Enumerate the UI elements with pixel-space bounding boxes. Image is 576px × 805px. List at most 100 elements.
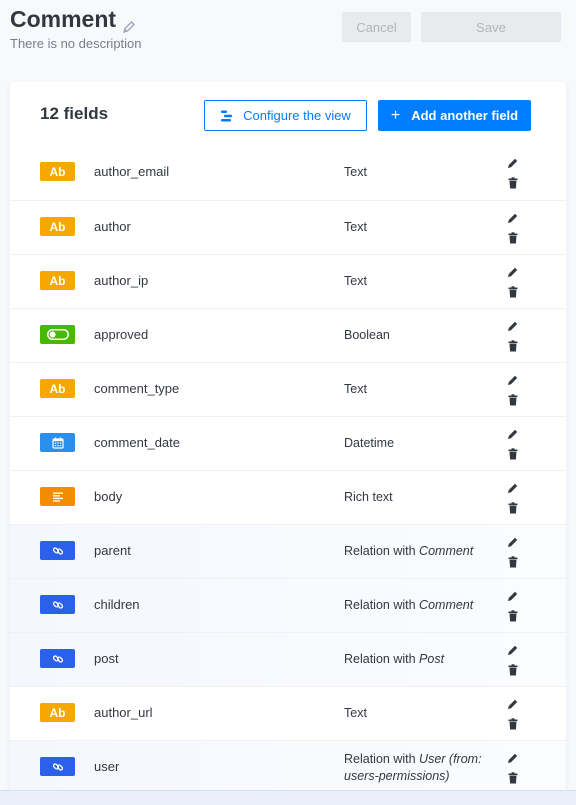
field-type: Text <box>344 165 367 179</box>
page-title: Comment <box>10 6 117 32</box>
trash-icon[interactable] <box>507 501 519 514</box>
field-type: Relation with User (from: users-permissi… <box>344 751 494 785</box>
field-actions <box>507 427 521 467</box>
calendar-icon <box>40 433 75 452</box>
edit-title-icon[interactable] <box>122 13 136 33</box>
field-type: Text <box>344 382 367 396</box>
field-row[interactable]: Ab comment_type Text <box>10 362 566 416</box>
configure-view-label: Configure the view <box>243 108 351 123</box>
edit-icon[interactable] <box>507 535 519 547</box>
link-icon <box>40 541 75 560</box>
edit-icon[interactable] <box>507 751 519 763</box>
field-row[interactable]: Ab author_url Text <box>10 686 566 740</box>
field-type: Rich text <box>344 490 393 504</box>
text-icon: Ab <box>40 379 75 398</box>
edit-icon[interactable] <box>507 481 519 493</box>
field-actions <box>507 751 521 791</box>
link-icon <box>40 757 75 776</box>
trash-icon[interactable] <box>507 393 519 406</box>
header: Comment There is no description Cancel S… <box>0 0 576 80</box>
plus-icon: + <box>390 106 401 124</box>
field-name: approved <box>94 327 149 342</box>
fields-list: Ab author_email Text Ab author Text Ab a… <box>10 146 566 794</box>
field-name: children <box>94 597 140 612</box>
fields-count: 12 fields <box>40 104 109 123</box>
trash-icon[interactable] <box>507 339 519 352</box>
field-row[interactable]: post Relation with Post <box>10 632 566 686</box>
trash-icon[interactable] <box>507 771 519 784</box>
text-icon: Ab <box>40 703 75 722</box>
field-type: Relation with Comment <box>344 543 494 560</box>
trash-icon[interactable] <box>507 717 519 730</box>
relation-prefix: Relation with <box>344 544 420 558</box>
edit-icon[interactable] <box>507 373 519 385</box>
text-icon: Ab <box>40 271 75 290</box>
trash-icon[interactable] <box>507 663 519 676</box>
link-icon <box>40 595 75 614</box>
field-actions <box>507 211 521 251</box>
edit-icon[interactable] <box>507 319 519 331</box>
configure-view-button[interactable]: Configure the view <box>204 100 367 131</box>
fields-card: 12 fields Configure the view + Add anoth… <box>10 82 566 805</box>
edit-icon[interactable] <box>507 697 519 709</box>
field-actions <box>507 589 521 629</box>
field-type: Text <box>344 274 367 288</box>
field-row[interactable]: children Relation with Comment <box>10 578 566 632</box>
relation-prefix: Relation with <box>344 598 420 612</box>
field-type: Boolean <box>344 328 390 342</box>
trash-icon[interactable] <box>507 609 519 622</box>
field-type: Relation with Post <box>344 651 494 668</box>
save-button[interactable]: Save <box>421 12 561 42</box>
text-icon: Ab <box>40 162 75 181</box>
cancel-button[interactable]: Cancel <box>342 12 411 42</box>
field-row[interactable]: Ab author_email Text <box>10 146 566 200</box>
field-name: comment_date <box>94 435 180 450</box>
edit-icon[interactable] <box>507 589 519 601</box>
layout-icon <box>220 110 233 122</box>
field-name: post <box>94 651 119 666</box>
field-actions <box>507 643 521 683</box>
field-name: author <box>94 219 131 234</box>
trash-icon[interactable] <box>507 555 519 568</box>
edit-icon[interactable] <box>507 265 519 277</box>
field-row[interactable]: approved Boolean <box>10 308 566 362</box>
edit-icon[interactable] <box>507 211 519 223</box>
field-actions <box>507 481 521 521</box>
text-icon: Ab <box>40 217 75 236</box>
edit-icon[interactable] <box>507 643 519 655</box>
field-row[interactable]: Ab author_ip Text <box>10 254 566 308</box>
relation-prefix: Relation with <box>344 752 420 766</box>
field-row[interactable]: Ab author Text <box>10 200 566 254</box>
relation-target: Post <box>419 652 445 666</box>
trash-icon[interactable] <box>507 447 519 460</box>
field-actions <box>507 319 521 359</box>
edit-icon[interactable] <box>507 156 519 168</box>
field-name: body <box>94 489 123 504</box>
field-name: comment_type <box>94 381 180 396</box>
link-icon <box>40 649 75 668</box>
trash-icon[interactable] <box>507 176 519 189</box>
field-row[interactable]: body Rich text <box>10 470 566 524</box>
edit-icon[interactable] <box>507 427 519 439</box>
page-description: There is no description <box>10 36 142 51</box>
field-actions <box>507 373 521 413</box>
field-row[interactable]: comment_date Datetime <box>10 416 566 470</box>
field-type: Relation with Comment <box>344 597 494 614</box>
trash-icon[interactable] <box>507 285 519 298</box>
field-name: author_url <box>94 705 153 720</box>
field-name: user <box>94 759 120 774</box>
relation-target: Comment <box>419 544 474 558</box>
relation-prefix: Relation with <box>344 652 420 666</box>
field-row[interactable]: parent Relation with Comment <box>10 524 566 578</box>
list-footer-divider <box>0 790 576 805</box>
field-row[interactable]: user Relation with User (from: users-per… <box>10 740 566 794</box>
richtext-icon <box>40 487 75 506</box>
field-type: Text <box>344 220 367 234</box>
page-title-wrap: Comment <box>10 6 136 33</box>
field-actions <box>507 535 521 575</box>
field-name: author_ip <box>94 273 149 288</box>
fields-card-header: 12 fields Configure the view + Add anoth… <box>10 82 566 146</box>
trash-icon[interactable] <box>507 231 519 244</box>
add-field-button[interactable]: + Add another field <box>378 100 531 131</box>
relation-target: Comment <box>419 598 474 612</box>
